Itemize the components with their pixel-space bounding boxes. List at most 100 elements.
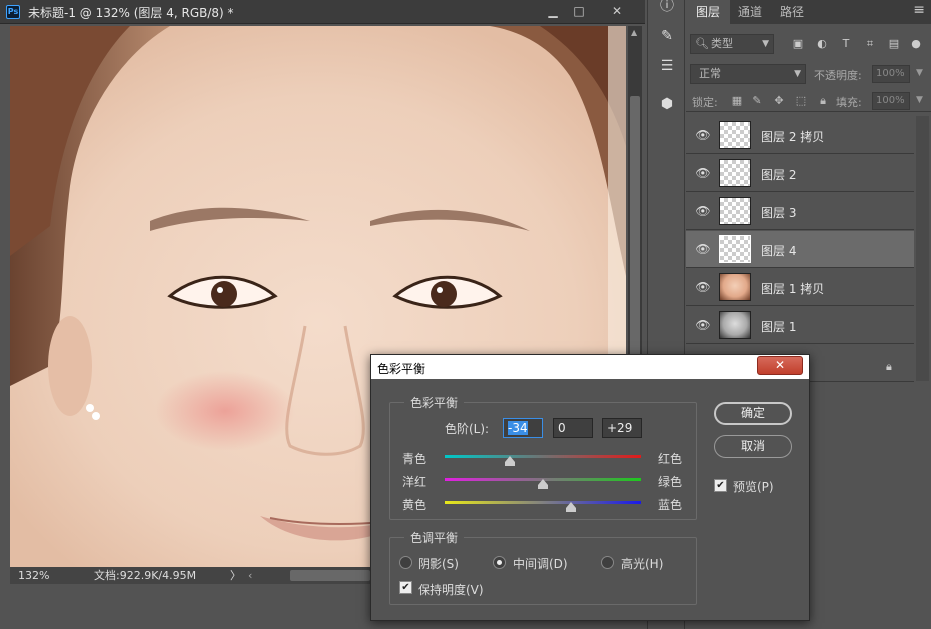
layer-row[interactable]: 👁︎ 图层 2 拷贝 [686, 117, 914, 154]
slider-left-label: 黄色 [402, 498, 427, 512]
info-icon[interactable]: ⓘ [654, 0, 680, 18]
preserve-luminosity-label[interactable]: 保持明度(V) [418, 581, 484, 598]
dialog-titlebar[interactable]: 色彩平衡 ✕ [371, 355, 809, 379]
chevron-down-icon[interactable]: ▼ [916, 95, 923, 105]
layer-name[interactable]: 图层 4 [761, 242, 796, 259]
color-slider-row: 黄色 蓝色 [390, 496, 690, 516]
scroll-up-icon[interactable]: ▲ [631, 28, 637, 37]
layer-thumbnail[interactable] [719, 273, 751, 301]
levels-label: 色阶(L): [445, 422, 490, 436]
layer-name[interactable]: 图层 1 [761, 318, 796, 335]
visibility-eye-icon[interactable]: 👁︎ [694, 242, 712, 256]
chevron-down-icon: ▼ [762, 39, 769, 49]
status-menu-arrow-icon[interactable]: 〉 [230, 567, 241, 584]
lock-artboard-icon[interactable]: ⬚ [794, 94, 808, 107]
preview-label[interactable]: 预览(P) [733, 478, 774, 495]
document-size: 文档:922.9K/4.95M [94, 569, 197, 582]
opacity-label: 不透明度: [814, 69, 862, 82]
color-balance-group: 色彩平衡 色阶(L): -34 0 +29 青色 红色 洋红 绿色 黄色 蓝色 [389, 394, 697, 520]
radio-highlights-label[interactable]: 高光(H) [621, 555, 663, 572]
layer-name[interactable]: 图层 2 拷贝 [761, 128, 824, 145]
layers-scrollbar[interactable] [916, 116, 929, 381]
slider-right-label: 绿色 [658, 475, 683, 489]
layer-row[interactable]: 👁︎ 图层 1 拷贝 [686, 269, 914, 306]
slider-left-label: 青色 [402, 452, 427, 466]
radio-midtones-label[interactable]: 中间调(D) [513, 555, 568, 572]
fill-field[interactable]: 100% [872, 92, 910, 110]
lock-all-icon[interactable]: 🔒︎ [816, 94, 830, 108]
tab-layers[interactable]: 图层 [686, 0, 731, 24]
brush-icon[interactable]: ✎ [654, 24, 680, 48]
maximize-button[interactable]: □ [566, 2, 592, 21]
radio-shadows[interactable] [399, 556, 412, 569]
cancel-button[interactable]: 取消 [714, 435, 792, 458]
color-balance-dialog: 色彩平衡 ✕ 色彩平衡 色阶(L): -34 0 +29 青色 红色 洋红 绿色 黄色 蓝… [370, 354, 810, 621]
layer-thumbnail[interactable] [719, 235, 751, 263]
visibility-eye-icon[interactable]: 👁︎ [694, 280, 712, 294]
layer-thumbnail[interactable] [719, 159, 751, 187]
search-icon: 🔍︎ [695, 37, 709, 50]
preview-checkbox[interactable]: ✔ [714, 479, 727, 492]
layer-row[interactable]: 👁︎ 图层 1 [686, 307, 914, 344]
shape-filter-icon[interactable]: ⌗ [862, 37, 878, 51]
slider-track[interactable] [445, 455, 641, 458]
chevron-down-icon: ▼ [794, 69, 801, 79]
scroll-left-icon[interactable]: ‹ [248, 567, 252, 584]
tone-balance-group: 色调平衡 阴影(S) 中间调(D) 高光(H) ✔ 保持明度(V) [389, 529, 697, 605]
panel-tabs: 图层 通道 路径 ≡ [686, 0, 931, 24]
panel-menu-icon[interactable]: ≡ [913, 2, 925, 18]
level-cyan-red-field[interactable]: -34 [503, 418, 543, 438]
radio-midtones[interactable] [493, 556, 506, 569]
preserve-luminosity-checkbox[interactable]: ✔ [399, 581, 412, 594]
pixel-filter-icon[interactable]: ▣ [790, 37, 806, 51]
layer-name[interactable]: 图层 1 拷贝 [761, 280, 824, 297]
minimize-button[interactable]: ▁ [540, 2, 566, 21]
tab-paths[interactable]: 路径 [770, 0, 814, 24]
lock-icon: 🔒︎ [886, 360, 892, 373]
visibility-eye-icon[interactable]: 👁︎ [694, 318, 712, 332]
fill-label: 填充: [836, 96, 862, 109]
radio-highlights[interactable] [601, 556, 614, 569]
horizontal-scroll-thumb[interactable] [290, 570, 370, 581]
type-filter-icon[interactable]: T [838, 37, 854, 51]
dialog-close-button[interactable]: ✕ [757, 356, 803, 375]
document-tab[interactable]: Ps 未标题-1 @ 132% (图层 4, RGB/8) * ▁ □ ✕ [0, 0, 645, 24]
tab-channels[interactable]: 通道 [728, 0, 772, 24]
layer-thumbnail[interactable] [719, 311, 751, 339]
level-magenta-green-field[interactable]: 0 [553, 418, 593, 438]
layer-thumbnail[interactable] [719, 121, 751, 149]
blend-mode-select[interactable]: 正常 ▼ [690, 64, 806, 84]
zoom-level[interactable]: 132% [18, 567, 49, 584]
ok-button[interactable]: 确定 [714, 402, 792, 425]
layer-name[interactable]: 图层 3 [761, 204, 796, 221]
slider-track[interactable] [445, 501, 641, 504]
chevron-down-icon[interactable]: ▼ [916, 68, 923, 78]
close-document-button[interactable]: ✕ [604, 2, 630, 21]
smart-object-filter-icon[interactable]: ▤ [886, 37, 902, 51]
lock-brush-icon[interactable]: ✎ [750, 94, 764, 107]
document-title: 未标题-1 @ 132% (图层 4, RGB/8) * [28, 6, 234, 20]
lock-move-icon[interactable]: ✥ [772, 94, 786, 107]
opacity-field[interactable]: 100% [872, 65, 910, 83]
layer-row[interactable]: 👁︎ 图层 2 [686, 155, 914, 192]
lock-transparent-icon[interactable]: ▦ [730, 94, 744, 107]
layer-row[interactable]: 👁︎ 图层 4 [686, 231, 914, 268]
slider-left-label: 洋红 [402, 475, 427, 489]
layer-filter-row: 🔍︎ 类型 ▼ ▣ ◐ T ⌗ ▤ ● [686, 31, 931, 57]
filter-toggle-icon[interactable]: ● [908, 37, 924, 51]
layer-thumbnail[interactable] [719, 197, 751, 225]
lock-label: 锁定: [692, 96, 718, 109]
kind-filter-select[interactable]: 🔍︎ 类型 ▼ [690, 34, 774, 54]
visibility-eye-icon[interactable]: 👁︎ [694, 166, 712, 180]
level-yellow-blue-field[interactable]: +29 [602, 418, 642, 438]
radio-shadows-label[interactable]: 阴影(S) [418, 555, 459, 572]
adjustment-filter-icon[interactable]: ◐ [814, 37, 830, 51]
slider-right-label: 蓝色 [658, 498, 683, 512]
layer-name[interactable]: 图层 2 [761, 166, 796, 183]
cube-icon[interactable]: ⬢ [654, 92, 680, 116]
layer-row[interactable]: 👁︎ 图层 3 [686, 193, 914, 230]
adjust-sliders-icon[interactable]: ☰ [654, 54, 680, 78]
blend-mode-value: 正常 [699, 67, 721, 80]
visibility-eye-icon[interactable]: 👁︎ [694, 128, 712, 142]
visibility-eye-icon[interactable]: 👁︎ [694, 204, 712, 218]
